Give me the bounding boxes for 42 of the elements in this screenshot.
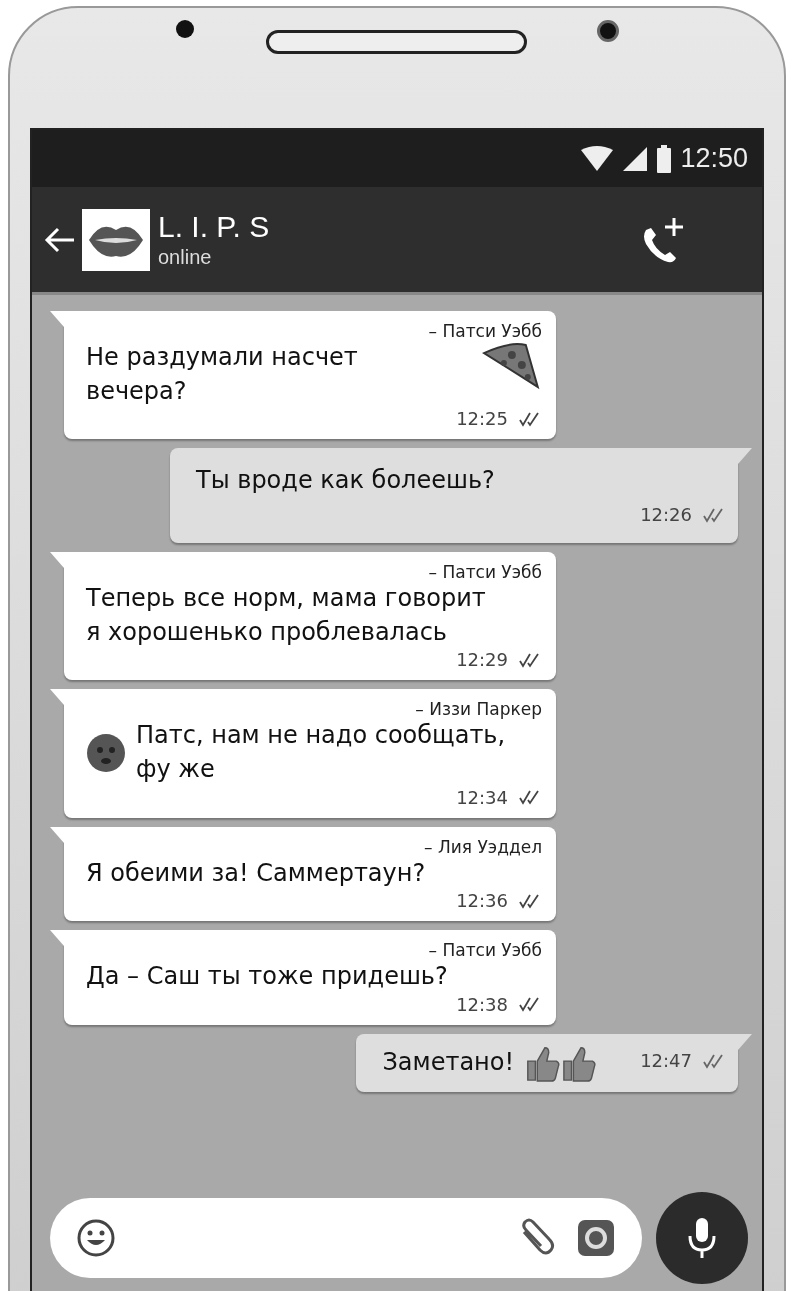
message-time: 12:47 (640, 1050, 692, 1072)
message-time: 12:38 (456, 993, 508, 1015)
double-check-icon (702, 1052, 726, 1069)
double-check-icon (518, 789, 542, 806)
message-text: Ты вроде как болеешь? (196, 465, 495, 497)
status-time: 12:50 (680, 143, 748, 174)
online-status: online (158, 246, 213, 269)
sender-name: – Патси Уэбб (427, 562, 542, 583)
speaker-slot-icon (265, 30, 527, 54)
message-time: 12:25 (456, 408, 508, 430)
message-text: Патс, нам не надо сообщать, фу же (136, 720, 507, 785)
pizza-slice-icon (482, 341, 542, 391)
sender-name: – Патси Уэбб (427, 940, 542, 961)
message-time: 12:29 (456, 649, 508, 671)
chat-title: L. I. P. S (158, 210, 271, 244)
message-text: Заметано! (382, 1046, 515, 1078)
smiley-icon[interactable] (76, 1218, 116, 1258)
double-check-icon (518, 892, 542, 909)
double-check-icon (702, 506, 726, 523)
message-time: 12:36 (456, 890, 508, 912)
message-text: Теперь все норм, мама говорит я хорошенько проблевалась (86, 583, 486, 648)
sender-name: – Лия Уэддел (423, 836, 542, 857)
double-check-icon (518, 410, 542, 427)
sender-name: – Иззи Паркер (414, 699, 542, 720)
double-check-icon (518, 651, 542, 668)
camera-icon[interactable] (576, 1218, 616, 1258)
group-avatar[interactable] (82, 208, 150, 271)
camera-lens-icon (175, 20, 194, 38)
message-time: 12:34 (456, 786, 508, 808)
message-text: Я обеими за! Саммертаун? (86, 857, 426, 889)
battery-icon (656, 144, 673, 173)
message-text: Да – Саш ты тоже придешь? (86, 961, 448, 993)
signal-icon (622, 145, 649, 172)
sensor-icon (596, 20, 619, 42)
back-arrow-icon[interactable] (44, 225, 76, 254)
message-text: Не раздумали насчет вечера? (86, 342, 359, 407)
message-time: 12:26 (640, 504, 692, 526)
face-emoji-icon (86, 732, 126, 773)
double-check-icon (518, 996, 542, 1013)
microphone-icon (687, 1216, 717, 1260)
sender-name: – Патси Уэбб (427, 321, 542, 341)
wifi-icon (580, 145, 615, 172)
